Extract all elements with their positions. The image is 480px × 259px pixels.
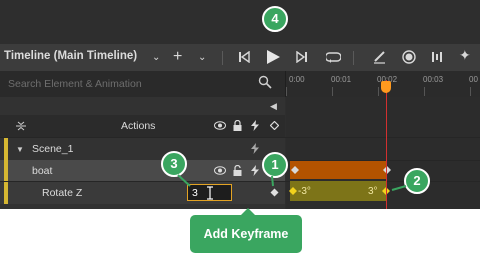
callout-3-pointer — [177, 174, 191, 187]
callout-1-pointer — [271, 175, 274, 187]
add-keyframe-tooltip: Add Keyframe — [190, 215, 302, 253]
callout-2-pointer — [391, 185, 407, 191]
